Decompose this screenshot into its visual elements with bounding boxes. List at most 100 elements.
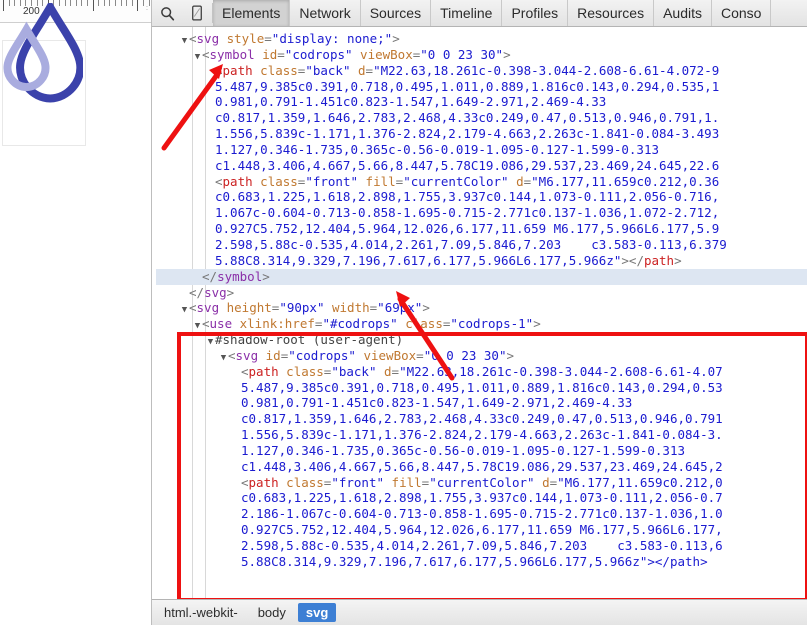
code-line[interactable]: 1.556,5.839c-1.171,1.376-2.824,2.179-4.6… — [156, 427, 807, 443]
code-token-val: 1.127,0.346-1.735,0.365c-0.56-0.019-1.09… — [241, 442, 686, 458]
code-line[interactable]: 0.981,0.791-1.451c0.823-1.547,1.649-2.97… — [156, 395, 807, 411]
code-token-punc: > — [506, 347, 515, 363]
code-token-punc: < — [228, 347, 236, 363]
code-token-punc: > — [621, 252, 629, 268]
breadcrumb-item-svg[interactable]: svg — [297, 603, 337, 622]
tab-audits[interactable]: Audits — [654, 0, 712, 26]
code-token-attr: id — [254, 46, 278, 62]
code-line[interactable]: 1.067c-0.604-0.713-0.858-1.695-0.715-2.7… — [156, 205, 807, 221]
code-line[interactable]: </symbol> — [156, 268, 807, 285]
code-token-val: c0.683,1.225,1.618,2.898,1.755,3.937c0.1… — [241, 490, 723, 506]
code-token-attr: viewBox — [352, 46, 413, 62]
code-line[interactable]: 2.598,5.88c-0.535,4.014,2.261,7.09,5.846… — [156, 538, 807, 554]
code-line[interactable]: ▼ <svg height="90px" width="69px"> — [156, 300, 807, 316]
code-token-punc: = — [277, 46, 285, 62]
code-line[interactable]: <path class="front" fill="currentColor" … — [156, 174, 807, 190]
tab-sources[interactable]: Sources — [361, 0, 432, 26]
ruler-tick-minor — [109, 0, 111, 6]
ruler-tick-minor — [131, 0, 133, 6]
code-line[interactable]: 2.598,5.88c-0.535,4.014,2.261,7.09,5.846… — [156, 237, 807, 253]
code-token-val: 0.927C5.752,12.404,5.964,12.026,6.177,11… — [241, 522, 723, 538]
code-token-tagp: svg — [196, 300, 220, 316]
code-line[interactable]: 0.927C5.752,12.404,5.964,12.026,6.177,11… — [156, 221, 807, 237]
code-line[interactable]: c1.448,3.406,4.667,5.66,8.447,5.78C19.08… — [156, 459, 807, 475]
ruler-tick-minor — [120, 0, 122, 6]
code-line[interactable]: ▼ <svg id="codrops" viewBox="0 0 23 30"> — [156, 348, 807, 364]
code-token-punc: > — [262, 268, 270, 284]
code-token-attr: d — [350, 62, 366, 78]
code-line[interactable]: ▼ <symbol id="codrops" viewBox="0 0 23 30… — [156, 47, 807, 63]
code-line[interactable]: ▼ <svg style="display: none;"> — [156, 31, 807, 47]
code-line[interactable]: 5.487,9.385c0.391,0.718,0.495,1.011,0.88… — [156, 79, 807, 95]
ruler-tick-minor — [143, 0, 144, 6]
code-token-val: "currentColor" — [403, 173, 509, 189]
code-token-val: "codrops" — [284, 46, 353, 62]
code-line[interactable]: <path class="front" fill="currentColor" … — [156, 475, 807, 491]
line-gutter — [232, 557, 241, 573]
code-token-attr: d — [508, 173, 524, 189]
code-line[interactable]: c1.448,3.406,4.667,5.66,8.447,5.78C19.08… — [156, 158, 807, 174]
code-token-tagp: svg — [204, 284, 227, 300]
device-toggle-icon[interactable] — [182, 0, 212, 26]
code-line[interactable]: 1.556,5.839c-1.171,1.376-2.824,2.179-4.6… — [156, 126, 807, 142]
code-line[interactable]: <path class="back" d="M22.63,18.261c-0.3… — [156, 63, 807, 79]
code-token-attr: id — [258, 347, 281, 363]
code-token-punc: < — [189, 300, 197, 316]
code-token-attr: height — [219, 300, 272, 316]
code-token-val: 2.186-1.067c-0.604-0.713-0.858-1.695-0.7… — [241, 506, 723, 522]
code-line[interactable]: ▼ #shadow-root (user-agent) — [156, 332, 807, 348]
code-token-attr: class — [278, 363, 324, 379]
tab-network[interactable]: Network — [290, 0, 361, 26]
code-line[interactable]: 0.981,0.791-1.451c0.823-1.547,1.649-2.97… — [156, 94, 807, 110]
ruler-tick-minor — [126, 0, 128, 6]
breadcrumb-item-htmlwebkit[interactable]: html.-webkit- — [156, 603, 246, 622]
code-line[interactable]: c0.683,1.225,1.618,2.898,1.755,3.937c0.1… — [156, 490, 807, 506]
code-token-punc: > — [392, 31, 400, 46]
tab-resources[interactable]: Resources — [568, 0, 655, 26]
code-line[interactable]: 1.127,0.346-1.735,0.365c-0.56-0.019-1.09… — [156, 142, 807, 158]
code-token-punc: = — [365, 62, 374, 78]
code-line[interactable]: ▼ <use xlink:href="#codrops" class="codro… — [156, 316, 807, 332]
code-token-tagp: svg — [235, 347, 259, 363]
search-icon[interactable] — [152, 0, 182, 26]
tab-profiles[interactable]: Profiles — [502, 0, 569, 26]
code-token-attr: class — [397, 316, 443, 332]
code-token-tagr: path — [643, 252, 675, 268]
tab-timeline[interactable]: Timeline — [431, 0, 503, 26]
ruler-tick-minor — [103, 0, 105, 6]
code-token-val: 1.556,5.839c-1.171,1.376-2.824,2.179-4.6… — [241, 427, 723, 443]
tab-conso[interactable]: Conso — [712, 0, 772, 26]
code-token-attr: d — [376, 363, 392, 379]
devtools-panel: Elements Network Sources Timeline Profiles Re… — [152, 0, 807, 625]
code-token-val: 0.981,0.791-1.451c0.823-1.547,1.649-2.97… — [241, 395, 633, 411]
code-token-val: "front" — [331, 474, 385, 490]
code-token-val: 5.487,9.385c0.391,0.718,0.495,1.011,0.88… — [215, 78, 720, 94]
code-line[interactable]: c0.683,1.225,1.618,2.898,1.755,3.937c0.1… — [156, 189, 807, 205]
code-token-val: "front" — [305, 173, 359, 189]
code-token-punc: = — [391, 363, 400, 379]
code-line[interactable]: 5.88C8.314,9.329,7.196,7.617,6.177,5.966… — [156, 253, 807, 269]
breadcrumb-item-body[interactable]: body — [250, 603, 294, 622]
code-line[interactable]: 5.88C8.314,9.329,7.196,7.617,6.177,5.966… — [156, 554, 807, 570]
code-token-attr: fill — [384, 474, 422, 490]
elements-tree[interactable]: ▼ <svg style="display: none;"> ▼ <symbol id… — [152, 27, 807, 600]
ruler-tick-minor — [115, 0, 116, 6]
code-line[interactable]: 1.127,0.346-1.735,0.365c-0.56-0.019-1.09… — [156, 443, 807, 459]
code-token-val: c1.448,3.406,4.667,5.66,8.447,5.78C19.08… — [241, 458, 723, 474]
code-line[interactable]: <path class="back" d="M22.63,18.261c-0.3… — [156, 364, 807, 380]
code-token-val: c0.683,1.225,1.618,2.898,1.755,3.937c0.1… — [215, 189, 720, 205]
code-line[interactable]: c0.817,1.359,1.646,2.783,2.468,4.33c0.24… — [156, 411, 807, 427]
code-token-punc: </ — [202, 268, 218, 284]
code-line[interactable]: </svg> — [156, 285, 807, 301]
code-token-tagr: path — [248, 474, 279, 490]
devtools-tab-strip: Elements Network Sources Timeline Profiles Re… — [213, 0, 772, 26]
tab-elements[interactable]: Elements — [213, 0, 291, 26]
code-token-punc: < — [241, 363, 249, 379]
code-token-attr: fill — [358, 173, 396, 189]
code-line[interactable]: 0.927C5.752,12.404,5.964,12.026,6.177,11… — [156, 522, 807, 538]
code-token-attr: d — [534, 474, 550, 490]
code-token-val: 0.927C5.752,12.404,5.964,12.026,6.177,11… — [215, 221, 720, 237]
code-line[interactable]: 2.186-1.067c-0.604-0.713-0.858-1.695-0.7… — [156, 506, 807, 522]
code-line[interactable]: 5.487,9.385c0.391,0.718,0.495,1.011,0.88… — [156, 380, 807, 396]
code-line[interactable]: c0.817,1.359,1.646,2.783,2.468,4.33c0.24… — [156, 110, 807, 126]
